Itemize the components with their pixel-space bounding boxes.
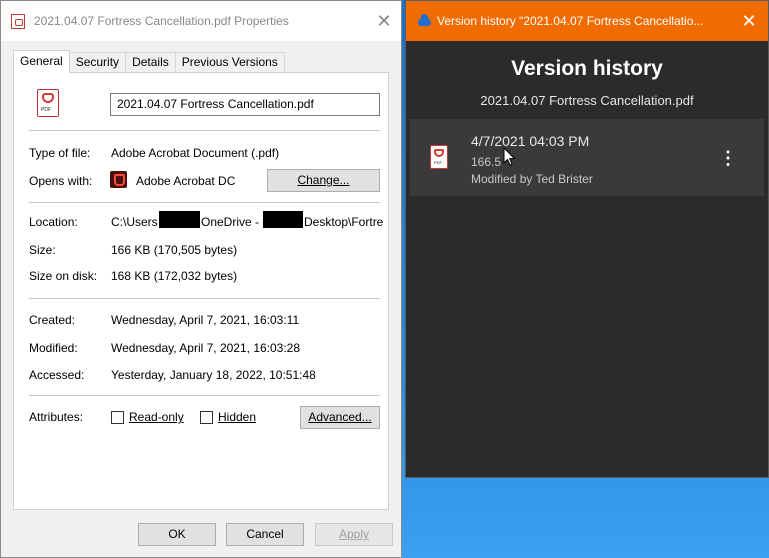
version-entry[interactable]: PDF 4/7/2021 04:03 PM 166.5 Modified by … xyxy=(410,119,764,196)
pdf-file-icon: PDF xyxy=(37,89,59,117)
modified-label: Modified: xyxy=(29,341,78,355)
opens-with-label: Opens with: xyxy=(29,174,93,188)
tab-general[interactable]: General xyxy=(13,50,70,73)
version-history-filename: 2021.04.07 Fortress Cancellation.pdf xyxy=(480,93,694,108)
version-history-window: Version history "2021.04.07 Fortress Can… xyxy=(405,0,769,478)
accessed-value: Yesterday, January 18, 2022, 10:51:48 xyxy=(111,368,316,382)
type-value: Adobe Acrobat Document (.pdf) xyxy=(111,146,280,160)
file-type-tag: PDF xyxy=(41,107,51,113)
divider xyxy=(29,130,380,131)
version-history-titlebar[interactable]: Version history "2021.04.07 Fortress Can… xyxy=(406,1,768,41)
size-on-disk-label: Size on disk: xyxy=(29,269,98,283)
file-type-tag: PDF xyxy=(434,160,442,165)
divider xyxy=(29,298,380,299)
hidden-checkbox[interactable] xyxy=(200,411,213,424)
close-icon[interactable]: ✕ xyxy=(738,10,760,32)
advanced-button[interactable]: Advanced... xyxy=(300,406,380,429)
attributes-label: Attributes: xyxy=(29,410,84,424)
location-part-3: Desktop\Fortre xyxy=(304,215,384,229)
type-label: Type of file: xyxy=(29,146,91,160)
acrobat-glyph-icon xyxy=(42,93,54,103)
change-button-label: Change... xyxy=(297,173,350,187)
opens-with-value: Adobe Acrobat DC xyxy=(136,174,236,188)
location-label: Location: xyxy=(29,215,78,229)
tab-details[interactable]: Details xyxy=(125,52,176,72)
redaction-block xyxy=(263,211,303,228)
acrobat-glyph-icon xyxy=(434,149,444,157)
filename-field[interactable]: 2021.04.07 Fortress Cancellation.pdf xyxy=(110,93,380,116)
size-on-disk-value: 168 KB (172,032 bytes) xyxy=(111,269,238,283)
location-part-1: C:\Users xyxy=(111,215,158,229)
advanced-button-label: Advanced... xyxy=(308,410,372,424)
change-button[interactable]: Change... xyxy=(267,169,380,192)
general-panel: PDF 2021.04.07 Fortress Cancellation.pdf… xyxy=(13,72,389,510)
version-modified-by: Modified by Ted Brister xyxy=(471,172,593,186)
version-history-heading: Version history xyxy=(511,57,663,80)
acrobat-icon xyxy=(110,171,127,188)
version-history-title: Version history "2021.04.07 Fortress Can… xyxy=(437,14,704,28)
pdf-file-icon: PDF xyxy=(430,145,448,169)
divider xyxy=(29,395,380,396)
accessed-label: Accessed: xyxy=(29,368,85,382)
divider xyxy=(29,202,380,203)
tab-security[interactable]: Security xyxy=(68,52,127,72)
onedrive-cloud-icon xyxy=(418,14,431,26)
hidden-label[interactable]: Hidden xyxy=(218,410,256,424)
apply-button-label: Apply xyxy=(338,527,370,541)
version-size: 166.5 xyxy=(471,155,502,169)
mouse-cursor-icon xyxy=(503,147,516,166)
readonly-label[interactable]: Read-only xyxy=(129,410,184,424)
properties-dialog: 2021.04.07 Fortress Cancellation.pdf Pro… xyxy=(0,0,402,558)
properties-title: 2021.04.07 Fortress Cancellation.pdf Pro… xyxy=(34,14,289,28)
size-label: Size: xyxy=(29,243,56,257)
redaction-block xyxy=(159,211,200,228)
properties-titlebar[interactable]: 2021.04.07 Fortress Cancellation.pdf Pro… xyxy=(1,1,401,41)
created-value: Wednesday, April 7, 2021, 16:03:11 xyxy=(111,313,300,327)
readonly-checkbox[interactable] xyxy=(111,411,124,424)
tab-strip: General Security Details Previous Versio… xyxy=(13,50,285,73)
modified-value: Wednesday, April 7, 2021, 16:03:28 xyxy=(111,341,301,355)
size-value: 166 KB (170,505 bytes) xyxy=(111,243,238,257)
ok-button[interactable]: OK xyxy=(138,523,216,546)
close-icon[interactable]: ✕ xyxy=(373,10,395,32)
created-label: Created: xyxy=(29,313,76,327)
version-date: 4/7/2021 04:03 PM xyxy=(471,133,590,149)
pdf-title-icon xyxy=(11,14,25,29)
tab-previous-versions[interactable]: Previous Versions xyxy=(174,52,285,72)
location-part-2: OneDrive - xyxy=(201,215,260,229)
cancel-button[interactable]: Cancel xyxy=(226,523,304,546)
apply-button[interactable]: Apply xyxy=(315,523,393,546)
more-options-icon[interactable]: ⋮ xyxy=(718,147,738,169)
